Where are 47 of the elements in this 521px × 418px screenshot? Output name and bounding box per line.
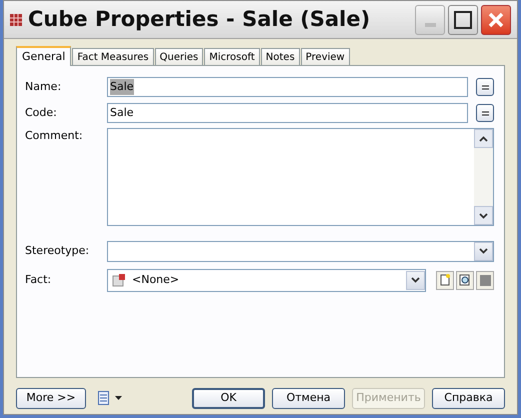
tab[interactable]: Fact Measures — [72, 48, 154, 65]
list-icon — [98, 391, 109, 405]
list-options-button[interactable] — [98, 391, 122, 405]
field-label: Code: — [25, 104, 58, 121]
dropdown-button[interactable] — [406, 270, 425, 290]
close-icon — [487, 10, 505, 28]
maximize-icon — [454, 10, 472, 28]
text-field[interactable]: Sale — [107, 103, 468, 123]
comment-field[interactable] — [107, 128, 494, 226]
square-icon — [480, 274, 490, 286]
fact-value: <None> — [132, 272, 180, 288]
equals-icon — [482, 110, 488, 116]
close-button[interactable] — [481, 4, 511, 34]
field-label: Comment: — [25, 128, 84, 144]
chevron-up-icon — [479, 136, 488, 142]
field-label: Name: — [25, 78, 62, 95]
chevron-down-icon — [479, 248, 488, 254]
dropdown-button[interactable] — [474, 242, 493, 260]
chevron-down-icon — [411, 277, 420, 283]
tab[interactable]: Queries — [154, 48, 204, 65]
more-button[interactable]: More >> — [16, 388, 86, 408]
text-field[interactable]: Sale — [107, 77, 468, 97]
new-document-icon — [440, 274, 450, 286]
equals-icon — [482, 84, 488, 90]
chevron-down-icon — [479, 212, 488, 218]
cube-icon — [112, 273, 126, 287]
cube-grid-icon — [10, 14, 22, 26]
window-title: Cube Properties - Sale (Sale) — [28, 6, 372, 33]
tab[interactable]: Notes — [260, 48, 300, 65]
equals-button[interactable] — [476, 78, 494, 96]
dialog-button[interactable]: Отмена — [272, 388, 345, 408]
maximize-button[interactable] — [448, 4, 478, 34]
tab[interactable]: General — [16, 46, 72, 66]
caret-icon — [115, 396, 122, 400]
magnifier-document-icon — [459, 274, 471, 286]
new-button[interactable] — [436, 270, 454, 290]
field-value: Sale — [110, 104, 134, 121]
properties-button[interactable] — [456, 270, 474, 290]
field-label: Stereotype: — [25, 242, 90, 259]
dialog-button[interactable]: Справка — [432, 388, 505, 408]
tab[interactable]: Microsoft — [204, 48, 260, 65]
field-value: Sale — [110, 78, 134, 96]
fact-combo[interactable]: <None> — [107, 268, 426, 292]
dialog-button[interactable]: OK — [192, 388, 265, 408]
field-label: Fact: — [25, 272, 52, 288]
tab[interactable]: Preview — [300, 48, 350, 65]
equals-button[interactable] — [476, 104, 494, 122]
